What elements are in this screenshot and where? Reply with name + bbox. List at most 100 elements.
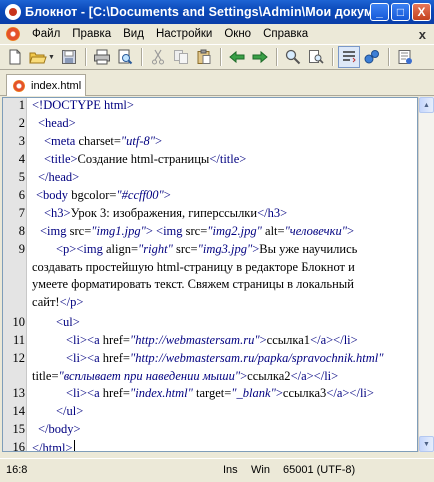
scroll-down-button[interactable]: ▼ xyxy=(419,436,434,452)
title-bar[interactable]: Блокнот - [C:\Documents and Settings\Adm… xyxy=(0,0,434,24)
new-document-icon[interactable] xyxy=(4,46,26,68)
code-token: </a></li> xyxy=(290,369,339,383)
code-line[interactable]: </body> xyxy=(38,422,81,437)
code-token: "http://webmastersam.ru/papka/spravochni… xyxy=(129,351,384,365)
paste-icon[interactable] xyxy=(193,46,215,68)
document-menu-icon[interactable] xyxy=(6,27,20,41)
code-token: "#ccff00" xyxy=(116,188,164,202)
code-line[interactable]: </ul> xyxy=(56,404,83,419)
code-token: "img3.jpg" xyxy=(197,242,253,256)
menu-view[interactable]: Вид xyxy=(117,28,150,40)
close-document-button[interactable]: x xyxy=(419,27,426,42)
code-token: "img1.jpg" xyxy=(91,224,146,238)
cut-icon[interactable] xyxy=(147,46,169,68)
line-number: 13 xyxy=(12,386,26,400)
line-number: 7 xyxy=(18,206,25,220)
open-folder-icon[interactable] xyxy=(27,46,49,68)
code-line[interactable]: создавать простейшую html-страницу в ред… xyxy=(32,260,355,275)
line-number: 14 xyxy=(12,404,26,418)
open-dropdown-icon[interactable]: ▼ xyxy=(48,54,56,61)
code-token: </a></li> xyxy=(310,333,358,347)
line-number: 12 xyxy=(12,351,26,365)
find-icon[interactable] xyxy=(282,46,304,68)
code-token: Создание html-страницы xyxy=(77,152,210,166)
code-area[interactable]: <!DOCTYPE html> <head> <meta charset="utf-… xyxy=(28,98,417,451)
maximize-button[interactable]: □ xyxy=(391,3,410,21)
insert-mode[interactable]: Ins xyxy=(223,464,238,476)
replace-icon[interactable] xyxy=(305,46,327,68)
code-line[interactable]: умеете форматировать текст. Свяжем стран… xyxy=(32,277,354,292)
document-tab-bar: index.html xyxy=(0,70,434,96)
code-token: "index.html" xyxy=(129,386,193,400)
toolbar-separator xyxy=(141,48,143,66)
code-token: <li><a xyxy=(66,386,103,400)
code-token: <p><img xyxy=(56,242,106,256)
tab-label: index.html xyxy=(31,79,82,92)
code-token: </head> xyxy=(38,170,80,184)
code-line[interactable]: </html> xyxy=(32,440,75,451)
code-line[interactable]: <img src="img1.jpg"> <img src="img2.jpg"… xyxy=(40,224,354,239)
undo-icon[interactable] xyxy=(226,46,248,68)
vertical-scrollbar[interactable]: ▲ ▼ xyxy=(418,97,434,452)
menu-settings[interactable]: Настройки xyxy=(150,28,218,40)
code-token: > xyxy=(163,188,171,202)
menu-file[interactable]: Файл xyxy=(26,28,66,40)
menu-bar: Файл Правка Вид Настройки Окно Справка x xyxy=(0,24,434,44)
code-line[interactable]: <body bgcolor="#ccff00"> xyxy=(36,188,171,203)
code-line[interactable]: </head> xyxy=(38,170,79,185)
line-number: 5 xyxy=(18,170,25,184)
print-preview-icon[interactable] xyxy=(114,46,136,68)
copy-icon[interactable] xyxy=(170,46,192,68)
code-token: Урок 3: изображения, гиперссылки xyxy=(70,206,258,220)
code-token: align= xyxy=(105,242,139,256)
line-number: 2 xyxy=(18,116,25,130)
menu-window[interactable]: Окно xyxy=(218,28,257,40)
run-icon[interactable] xyxy=(361,46,383,68)
code-token: title= xyxy=(32,369,59,383)
code-token: charset= xyxy=(78,134,121,148)
tab-index-html[interactable]: index.html xyxy=(6,74,86,96)
code-line[interactable]: <p><img align="right" src="img3.jpg">Вы … xyxy=(56,242,357,257)
line-endings[interactable]: Win xyxy=(251,464,270,476)
cursor-position: 16:8 xyxy=(6,464,28,476)
code-line[interactable]: <h3>Урок 3: изображения, гиперссылки</h3… xyxy=(44,206,287,221)
code-token: "right" xyxy=(138,242,173,256)
code-line[interactable]: title="всплывает при наведении мыши">ссы… xyxy=(32,369,338,384)
code-token: "_blank" xyxy=(231,386,276,400)
code-line[interactable]: сайт!</p> xyxy=(32,295,83,310)
save-icon[interactable] xyxy=(58,46,80,68)
code-token: "utf-8" xyxy=(120,134,156,148)
code-line[interactable]: <meta charset="utf-8"> xyxy=(44,134,162,149)
code-line[interactable]: <head> xyxy=(38,116,76,131)
print-icon[interactable] xyxy=(91,46,113,68)
code-line[interactable]: <li><a href="index.html" target="_blank"… xyxy=(66,386,374,401)
minimize-button[interactable]: _ xyxy=(370,3,389,21)
code-token: <li><a xyxy=(66,351,103,365)
menu-edit[interactable]: Правка xyxy=(66,28,117,40)
code-token: "всплывает при наведении мыши" xyxy=(58,369,241,383)
code-token: </body> xyxy=(38,422,81,436)
document-icon xyxy=(13,79,25,92)
code-token: alt= xyxy=(261,224,285,238)
app-icon[interactable] xyxy=(5,4,21,20)
code-token: src= xyxy=(172,242,198,256)
code-line[interactable]: <li><a href="http://webmastersam.ru/papk… xyxy=(66,351,384,366)
code-line[interactable]: <title>Создание html-страницы</title> xyxy=(44,152,246,167)
code-line[interactable]: <!DOCTYPE html> xyxy=(32,98,134,113)
code-line[interactable]: <li><a href="http://webmastersam.ru">ссы… xyxy=(66,333,358,348)
help-icon[interactable] xyxy=(394,46,416,68)
word-wrap-icon[interactable] xyxy=(338,46,360,68)
line-number: 16 xyxy=(12,440,26,454)
redo-icon[interactable] xyxy=(249,46,271,68)
code-token: > xyxy=(259,333,267,347)
close-button[interactable]: X xyxy=(412,3,431,21)
code-token: > xyxy=(275,386,283,400)
code-token: </html> xyxy=(32,441,73,451)
scroll-up-button[interactable]: ▲ xyxy=(419,97,434,113)
code-line[interactable]: <ul> xyxy=(56,315,80,330)
menu-help[interactable]: Справка xyxy=(257,28,314,40)
text-cursor xyxy=(73,440,75,451)
code-token: </h3> xyxy=(257,206,288,220)
code-editor[interactable]: 1 2 3 4 5 6 7 8 9 10 11 12 13 14 15 16 <!DOCTYPE html> <… xyxy=(2,97,418,454)
encoding[interactable]: 65001 (UTF-8) xyxy=(283,464,355,476)
